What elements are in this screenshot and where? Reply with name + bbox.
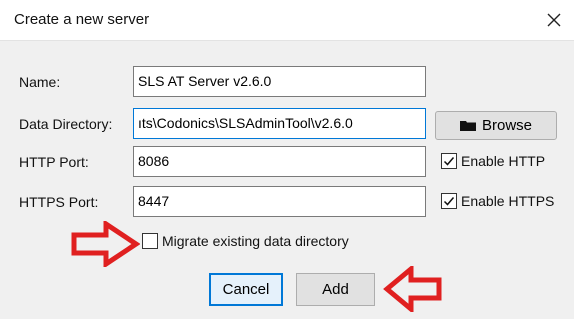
close-icon	[547, 13, 561, 27]
https-port-label: HTTPS Port:	[19, 194, 99, 210]
folder-icon	[459, 121, 476, 131]
migrate-checkbox[interactable]: Migrate existing data directory	[142, 233, 349, 249]
enable-https-box[interactable]	[441, 193, 457, 209]
enable-http-box[interactable]	[441, 153, 457, 169]
red-arrow-icon	[383, 266, 442, 312]
enable-http-checkbox[interactable]: Enable HTTP	[441, 153, 545, 169]
name-label: Name:	[19, 74, 61, 90]
data-directory-field[interactable]: ıts\Codonics\SLSAdminTool\v2.6.0	[133, 108, 426, 139]
title-bar: Create a new server	[0, 0, 574, 40]
data-directory-label: Data Directory:	[19, 116, 113, 132]
enable-https-checkbox[interactable]: Enable HTTPS	[441, 193, 554, 209]
checkmark-icon	[443, 157, 455, 166]
migrate-label: Migrate existing data directory	[162, 233, 349, 249]
enable-http-label: Enable HTTP	[461, 153, 546, 169]
name-field[interactable]: SLS AT Server v2.6.0	[133, 66, 426, 97]
enable-https-label: Enable HTTPS	[461, 193, 555, 209]
browse-button[interactable]: Browse	[435, 111, 557, 140]
https-port-field[interactable]: 8447	[133, 186, 426, 217]
cancel-button[interactable]: Cancel	[209, 273, 283, 306]
http-port-field[interactable]: 8086	[133, 146, 426, 177]
checkmark-icon	[443, 197, 455, 206]
red-arrow-icon	[71, 221, 140, 267]
migrate-box[interactable]	[142, 233, 158, 249]
add-button[interactable]: Add	[296, 273, 375, 306]
window-title: Create a new server	[14, 11, 150, 28]
cancel-button-label: Cancel	[222, 281, 270, 298]
http-port-label: HTTP Port:	[19, 154, 89, 170]
close-button[interactable]	[540, 6, 568, 34]
dialog-body: Name: SLS AT Server v2.6.0 Data Director…	[0, 40, 574, 319]
browse-button-label: Browse	[481, 117, 533, 134]
add-button-label: Add	[322, 281, 349, 298]
